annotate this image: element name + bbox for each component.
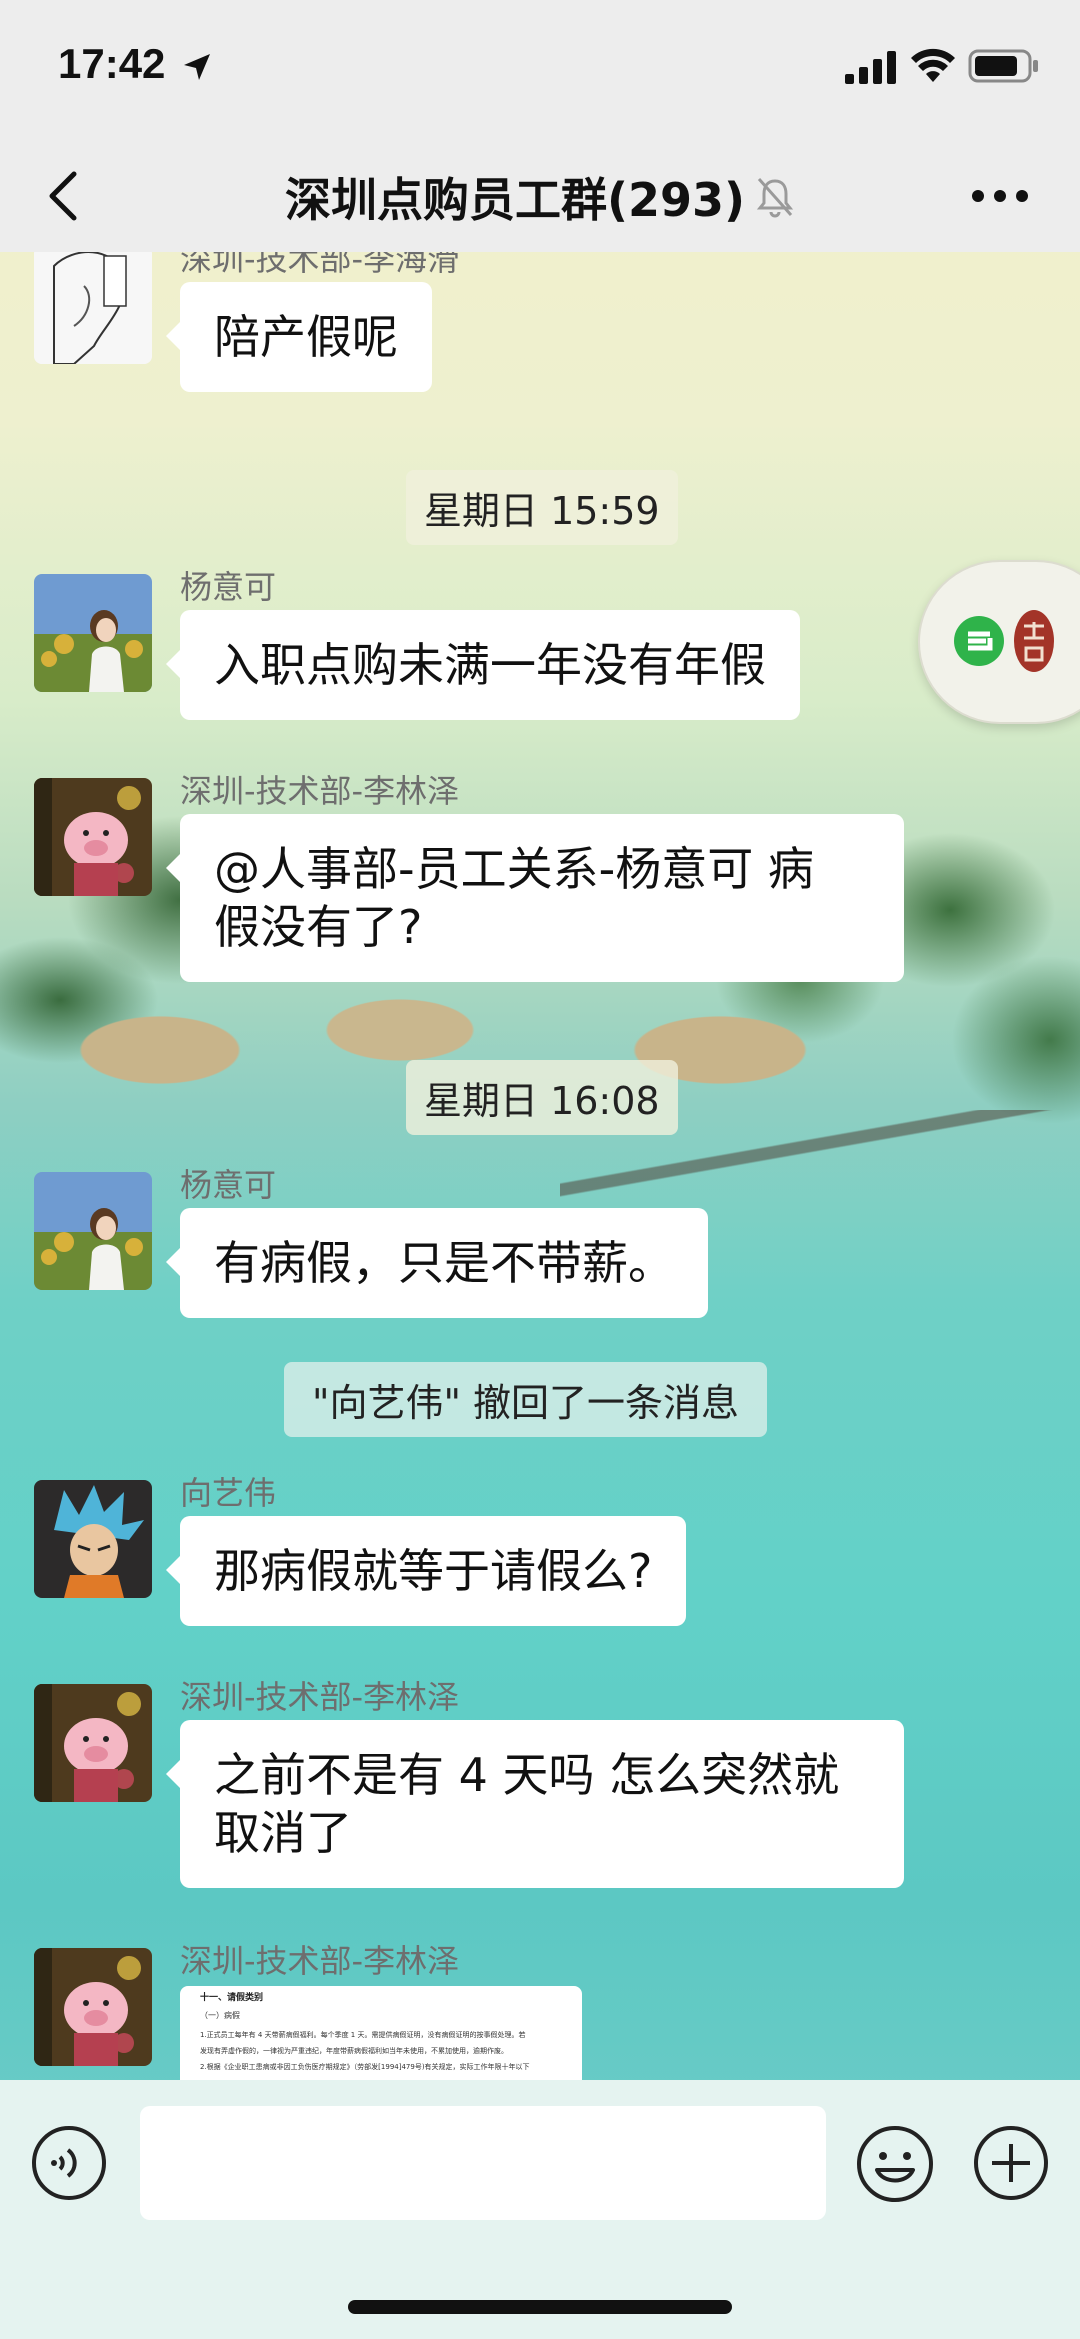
chat-header: 深圳点购员工群(293) <box>0 140 1080 252</box>
message-list[interactable]: 深圳-技术部-李海滑 陪产假呢 星期日 15:59 杨意可 入职点购未满一年没有… <box>0 252 1080 2080</box>
message-text-line: 之前不是有 4 天吗 怎么突然就 <box>214 1748 840 1802</box>
mute-bell-icon <box>756 178 794 218</box>
sender-name: 向艺伟 <box>180 1474 277 1512</box>
message-text-line: @人事部-员工关系-杨意可 病 <box>214 842 814 896</box>
sender-name: 杨意可 <box>180 1166 277 1204</box>
add-attachment-icon[interactable] <box>972 2124 1050 2202</box>
message-bubble[interactable]: 那病假就等于请假么? <box>165 1516 687 1626</box>
doc-line: 发现有弄虚作假的，一律视为严重违纪，年度带薪病假福利如当年未使用，不累加使用，逾… <box>200 2047 508 2055</box>
message-bubble[interactable]: 之前不是有 4 天吗 怎么突然就 取消了 <box>166 1720 904 1888</box>
recall-notice: "向艺伟" 撤回了一条消息 <box>284 1362 768 1437</box>
floating-widget[interactable] <box>918 560 1080 724</box>
location-arrow-icon <box>184 54 210 80</box>
sender-name: 深圳-技术部-李海滑 <box>180 252 460 278</box>
timestamp: 星期日 15:59 <box>406 470 678 545</box>
cellular-signal-icon <box>845 51 896 84</box>
avatar[interactable] <box>34 252 152 364</box>
timestamp: 星期日 16:08 <box>406 1060 678 1135</box>
sender-name: 深圳-技术部-李林泽 <box>180 772 460 810</box>
input-bar <box>0 2080 1080 2339</box>
message-text-line: 假没有了? <box>214 900 423 954</box>
seal-icon <box>1014 610 1054 672</box>
image-message-document[interactable]: 十一、请假类别 （一）病假 1.正式员工每年有 4 天带薪病假福利。每个季度 1… <box>180 1986 582 2080</box>
avatar[interactable] <box>34 1480 152 1598</box>
sender-name: 深圳-技术部-李林泽 <box>180 1678 460 1716</box>
green-app-icon <box>954 616 1004 666</box>
status-bar: 17:42 <box>0 0 1080 140</box>
message-bubble[interactable]: 入职点购未满一年没有年假 <box>166 610 800 720</box>
status-time: 17:42 <box>58 40 166 87</box>
doc-line: 1.正式员工每年有 4 天带薪病假福利。每个季度 1 天。需提供病假证明，没有病… <box>200 2031 526 2039</box>
doc-line: 2.根据《企业职工患病或非因工负伤医疗期规定》（劳部发[1994]479号)有关… <box>200 2063 530 2071</box>
message-input[interactable] <box>140 2106 826 2220</box>
message-bubble[interactable]: 陪产假呢 <box>166 282 432 392</box>
avatar[interactable] <box>34 1948 152 2066</box>
more-options-icon[interactable] <box>970 184 1030 208</box>
avatar[interactable] <box>34 574 152 692</box>
avatar[interactable] <box>34 1172 152 1290</box>
wifi-icon <box>911 48 955 82</box>
home-indicator[interactable] <box>348 2300 732 2314</box>
emoji-icon[interactable] <box>855 2124 935 2204</box>
doc-heading: 十一、请假类别 <box>200 1993 264 2003</box>
voice-input-icon[interactable] <box>30 2124 108 2202</box>
message-bubble[interactable]: @人事部-员工关系-杨意可 病 假没有了? <box>166 814 904 982</box>
sender-name: 深圳-技术部-李林泽 <box>180 1942 460 1980</box>
battery-icon <box>968 49 1038 83</box>
group-name: 深圳点购员工群(293) <box>284 173 746 227</box>
sender-name: 杨意可 <box>180 568 277 606</box>
chat-title: 深圳点购员工群(293) <box>0 164 1080 230</box>
doc-subheading: （一）病假 <box>200 2011 240 2020</box>
avatar[interactable] <box>34 778 152 896</box>
message-bubble[interactable]: 有病假，只是不带薪。 <box>166 1208 708 1318</box>
message-text-line: 取消了 <box>214 1806 352 1860</box>
avatar[interactable] <box>34 1684 152 1802</box>
